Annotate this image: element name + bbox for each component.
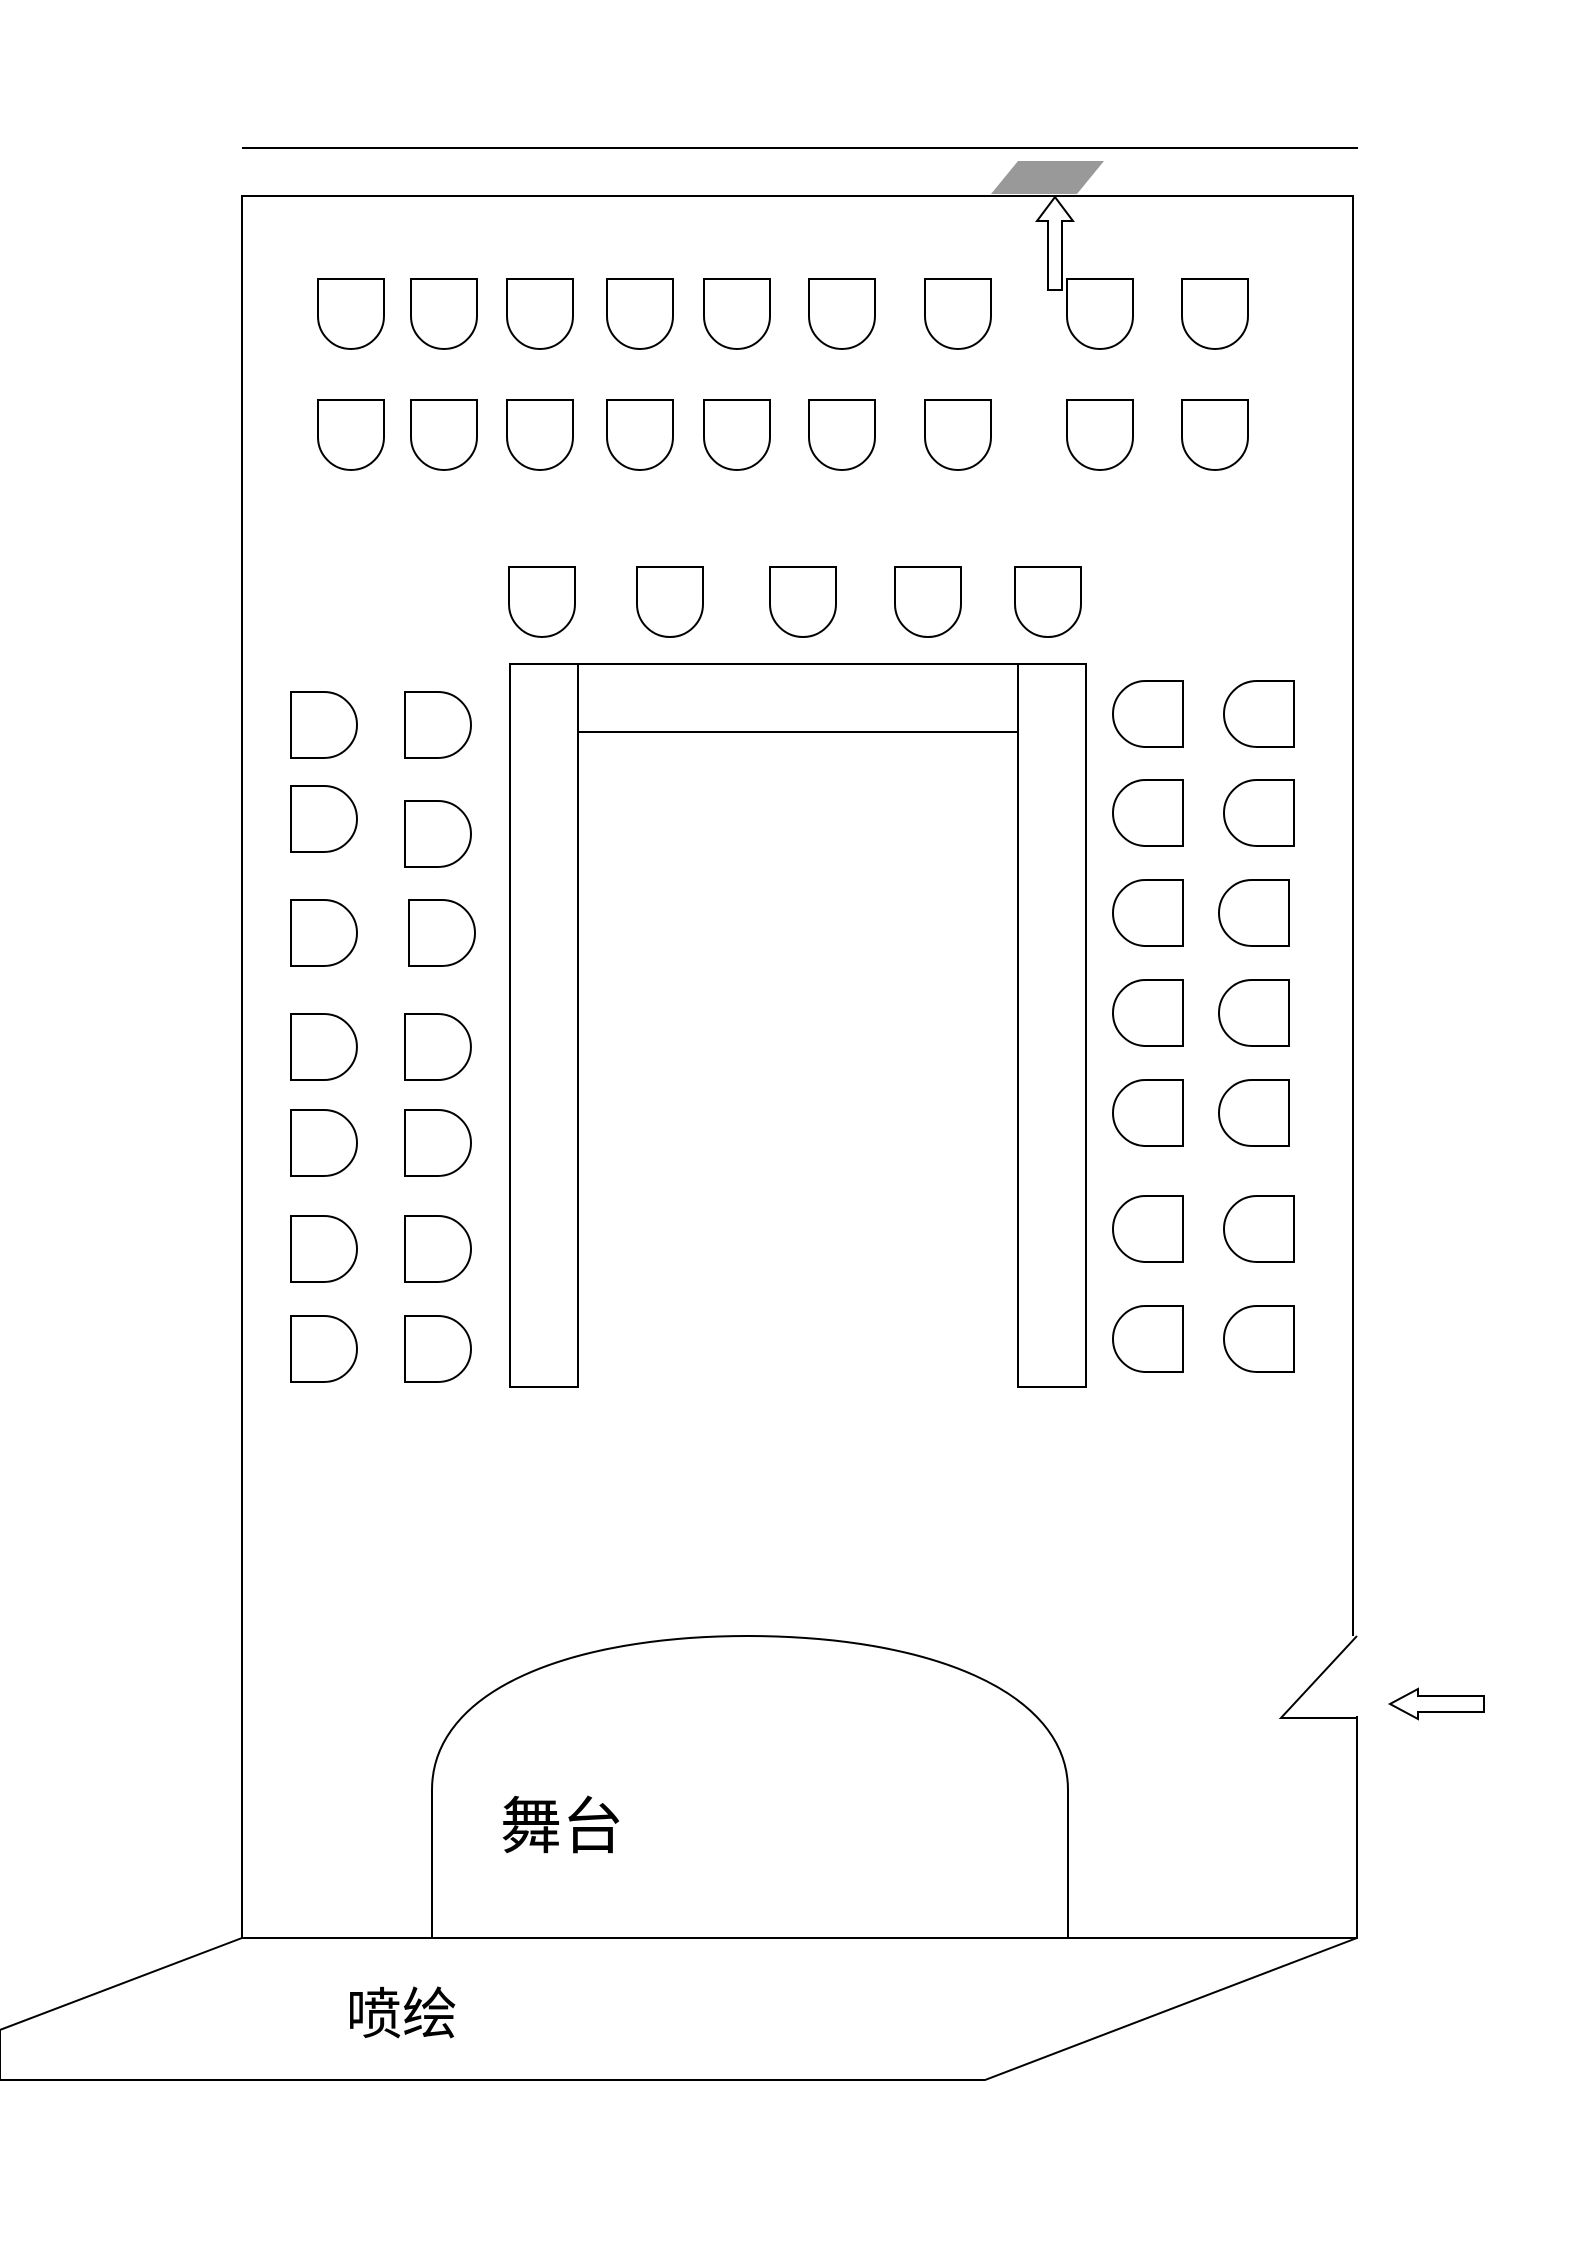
chair-head-row xyxy=(894,566,962,638)
chair-left-col-1 xyxy=(290,1109,358,1177)
chair-head-row xyxy=(508,566,576,638)
chair-top-row-1 xyxy=(924,278,992,350)
chair-top-row-1 xyxy=(1066,278,1134,350)
chair-left-col-2 xyxy=(404,691,472,759)
chair-left-col-1 xyxy=(290,1215,358,1283)
chair-top-row-2 xyxy=(808,399,876,471)
chair-top-row-1 xyxy=(808,278,876,350)
chair-left-col-1 xyxy=(290,899,358,967)
table-left-leg xyxy=(509,663,579,1388)
chair-left-col-2 xyxy=(408,899,476,967)
chair-right-col-2 xyxy=(1223,680,1295,748)
chair-top-row-2 xyxy=(606,399,674,471)
chair-top-row-1 xyxy=(703,278,771,350)
chair-right-col-1 xyxy=(1112,779,1184,847)
chair-right-col-2 xyxy=(1223,779,1295,847)
chair-top-row-2 xyxy=(410,399,478,471)
chair-left-col-2 xyxy=(404,1215,472,1283)
chair-left-col-2 xyxy=(404,1315,472,1383)
backdrop-label: 喷绘 xyxy=(346,1983,458,2048)
chair-right-col-2 xyxy=(1218,1079,1290,1147)
chair-right-col-2 xyxy=(1218,979,1290,1047)
table-top-bar xyxy=(578,663,1018,733)
chair-top-row-1 xyxy=(506,278,574,350)
chair-right-col-1 xyxy=(1112,1079,1184,1147)
stage xyxy=(431,1634,1069,1938)
chair-right-col-1 xyxy=(1112,1305,1184,1373)
chair-right-col-1 xyxy=(1112,979,1184,1047)
chair-left-col-2 xyxy=(404,1109,472,1177)
chair-left-col-1 xyxy=(290,691,358,759)
stage-label: 舞台 xyxy=(500,1790,624,1863)
chair-top-row-1 xyxy=(317,278,385,350)
chair-top-row-2 xyxy=(317,399,385,471)
chair-top-row-2 xyxy=(1181,399,1249,471)
entrance-door-mark xyxy=(991,161,1104,194)
chair-top-row-1 xyxy=(410,278,478,350)
side-door xyxy=(1278,1635,1358,1719)
chair-top-row-2 xyxy=(924,399,992,471)
chair-right-col-2 xyxy=(1218,879,1290,947)
table-right-leg xyxy=(1017,663,1087,1388)
chair-top-row-2 xyxy=(506,399,574,471)
chair-right-col-1 xyxy=(1112,1195,1184,1263)
chair-top-row-1 xyxy=(606,278,674,350)
up-arrow-icon xyxy=(1035,195,1075,291)
chair-left-col-1 xyxy=(290,1013,358,1081)
backdrop-banner xyxy=(0,1937,1358,2081)
chair-left-col-1 xyxy=(290,785,358,853)
chair-right-col-2 xyxy=(1223,1305,1295,1373)
chair-left-col-1 xyxy=(290,1315,358,1383)
chair-top-row-1 xyxy=(1181,278,1249,350)
venue-floor-plan: 舞台 喷绘 xyxy=(0,147,1485,2081)
chair-right-col-1 xyxy=(1112,879,1184,947)
chair-layout xyxy=(290,278,1295,1383)
left-arrow-icon xyxy=(1387,1687,1485,1721)
chair-right-col-1 xyxy=(1112,680,1184,748)
chair-top-row-2 xyxy=(703,399,771,471)
chair-head-row xyxy=(636,566,704,638)
chair-top-row-2 xyxy=(1066,399,1134,471)
chair-head-row xyxy=(1014,566,1082,638)
chair-head-row xyxy=(769,566,837,638)
chair-right-col-2 xyxy=(1223,1195,1295,1263)
chair-left-col-2 xyxy=(404,1013,472,1081)
chair-left-col-2 xyxy=(404,800,472,868)
